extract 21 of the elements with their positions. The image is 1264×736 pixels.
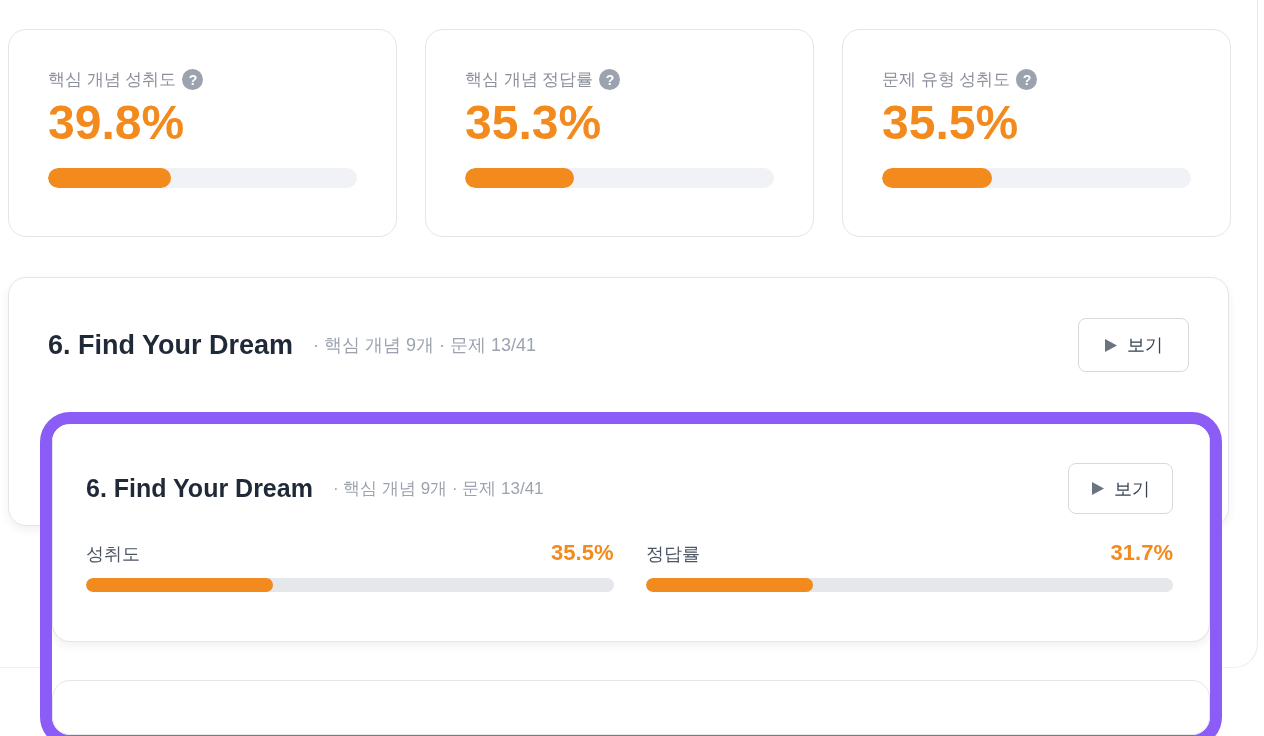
play-icon [1091, 482, 1104, 495]
chapter-meta: · 핵심 개념 9개 · 문제 13/41 [313, 334, 538, 357]
metric-label: 성취도 [86, 543, 140, 566]
help-icon[interactable]: ? [599, 69, 621, 90]
stat-value: 39.8% [48, 97, 186, 150]
stat-value: 35.3% [465, 97, 603, 150]
chapter-title: 6. Find Your Dream [48, 329, 294, 361]
metric-label: 정답률 [645, 543, 700, 566]
view-button[interactable]: 보기 [1068, 463, 1173, 514]
stat-label: 핵심 개념 성취도 [48, 69, 177, 91]
metric-value: 31.7% [1110, 540, 1173, 566]
chapter-meta: · 핵심 개념 9개 · 문제 13/41 [332, 478, 545, 500]
view-button[interactable]: 보기 [1078, 318, 1189, 372]
metric-value: 35.5% [551, 540, 614, 566]
help-icon[interactable]: ? [182, 69, 204, 90]
play-icon [1104, 338, 1117, 352]
chapter-title: 6. Find Your Dream [86, 474, 313, 503]
stat-label: 핵심 개념 정답률 [465, 69, 594, 91]
help-icon[interactable]: ? [1016, 69, 1038, 90]
stat-value: 35.5% [882, 97, 1020, 150]
stat-label: 문제 유형 성취도 [882, 69, 1011, 91]
